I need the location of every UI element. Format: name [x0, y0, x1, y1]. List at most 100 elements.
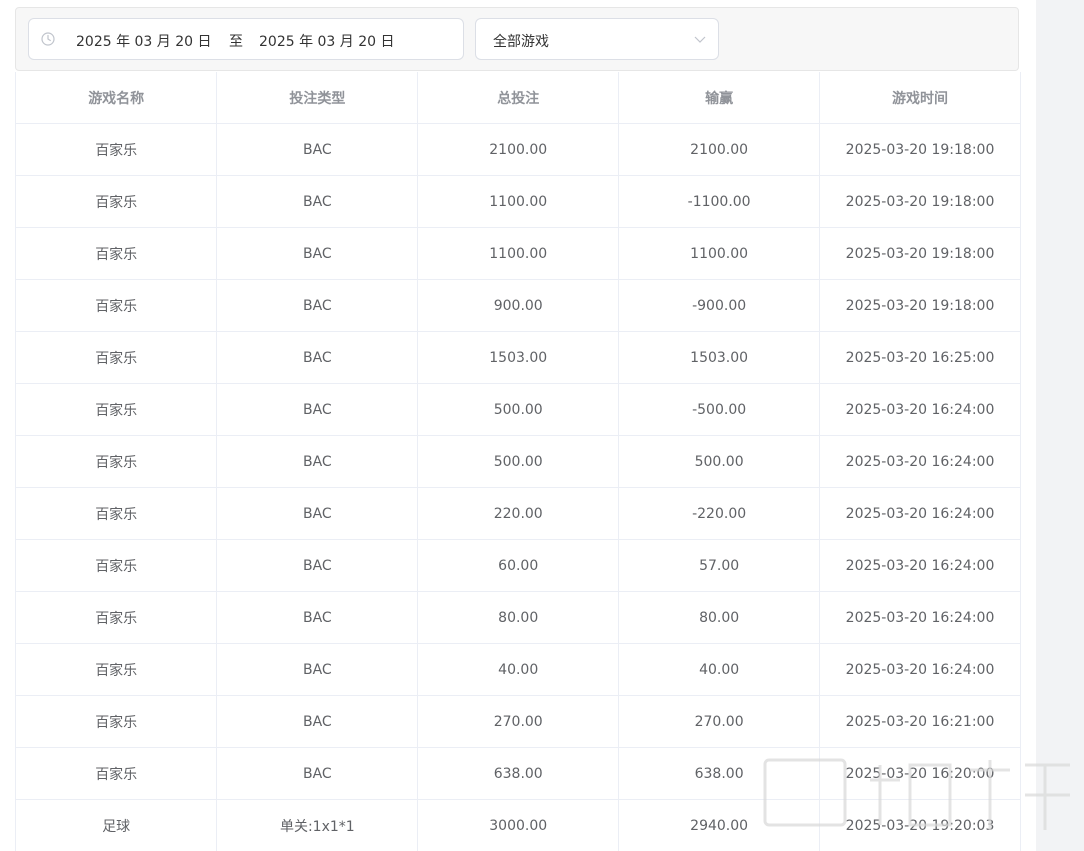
column-header-bet-type: 投注类型 — [216, 72, 419, 124]
cell-game-time: 2025-03-20 16:24:00 — [819, 643, 1021, 696]
column-header-win-loss: 输赢 — [618, 72, 821, 124]
cell-total-bet: 3000.00 — [417, 799, 620, 851]
cell-bet-type: BAC — [216, 643, 419, 696]
cell-game-time: 2025-03-20 19:18:00 — [819, 123, 1021, 176]
chevron-down-icon — [694, 36, 706, 43]
cell-game-time: 2025-03-20 19:18:00 — [819, 175, 1021, 228]
table-row: 百家乐 BAC 1503.00 1503.00 2025-03-20 16:25:00 — [16, 331, 1021, 384]
cell-bet-type: BAC — [216, 591, 419, 644]
date-range-separator: 至 — [229, 34, 243, 50]
cell-game-time: 2025-03-20 16:24:00 — [819, 487, 1021, 540]
table-row: 百家乐 BAC 1100.00 -1100.00 2025-03-20 19:18:00 — [16, 175, 1021, 228]
clock-icon — [41, 32, 55, 46]
cell-total-bet: 1100.00 — [417, 175, 620, 228]
cell-total-bet: 638.00 — [417, 747, 620, 800]
date-range-picker[interactable]: 2025 年 03 月 20 日 至 2025 年 03 月 20 日 — [28, 18, 464, 60]
cell-win-loss: -220.00 — [618, 487, 821, 540]
cell-game-name: 百家乐 — [16, 487, 218, 540]
cell-win-loss: 80.00 — [618, 591, 821, 644]
date-end-input[interactable]: 2025 年 03 月 20 日 — [259, 31, 395, 51]
cell-total-bet: 220.00 — [417, 487, 620, 540]
filter-bar: 2025 年 03 月 20 日 至 2025 年 03 月 20 日 全部游戏 — [15, 7, 1019, 71]
table-row: 百家乐 BAC 60.00 57.00 2025-03-20 16:24:00 — [16, 539, 1021, 592]
cell-win-loss: 1100.00 — [618, 227, 821, 280]
table-row: 百家乐 BAC 80.00 80.00 2025-03-20 16:24:00 — [16, 591, 1021, 644]
cell-total-bet: 2100.00 — [417, 123, 620, 176]
table-row: 百家乐 BAC 220.00 -220.00 2025-03-20 16:24:00 — [16, 487, 1021, 540]
cell-win-loss: 1503.00 — [618, 331, 821, 384]
table-row: 百家乐 BAC 500.00 -500.00 2025-03-20 16:24:00 — [16, 383, 1021, 436]
cell-win-loss: -1100.00 — [618, 175, 821, 228]
cell-game-name: 百家乐 — [16, 279, 218, 332]
date-start-input[interactable]: 2025 年 03 月 20 日 — [76, 31, 212, 51]
cell-game-name: 足球 — [16, 799, 218, 851]
cell-total-bet: 270.00 — [417, 695, 620, 748]
column-header-total-bet: 总投注 — [417, 72, 620, 124]
cell-bet-type: BAC — [216, 383, 419, 436]
cell-bet-type: BAC — [216, 123, 419, 176]
cell-game-time: 2025-03-20 16:24:00 — [819, 539, 1021, 592]
cell-game-time: 2025-03-20 16:21:00 — [819, 695, 1021, 748]
cell-bet-type: BAC — [216, 279, 419, 332]
cell-total-bet: 500.00 — [417, 435, 620, 488]
cell-bet-type: BAC — [216, 747, 419, 800]
cell-game-time: 2025-03-20 16:24:00 — [819, 591, 1021, 644]
cell-game-time: 2025-03-20 19:20:03 — [819, 799, 1021, 851]
game-select[interactable]: 全部游戏 — [475, 18, 719, 60]
game-select-value: 全部游戏 — [493, 34, 549, 50]
cell-win-loss: 2100.00 — [618, 123, 821, 176]
cell-total-bet: 900.00 — [417, 279, 620, 332]
cell-bet-type: BAC — [216, 539, 419, 592]
cell-game-name: 百家乐 — [16, 383, 218, 436]
cell-game-time: 2025-03-20 16:20:00 — [819, 747, 1021, 800]
table-row: 百家乐 BAC 900.00 -900.00 2025-03-20 19:18:00 — [16, 279, 1021, 332]
table-row: 足球 单关:1x1*1 3000.00 2940.00 2025-03-20 19:20… — [16, 799, 1021, 851]
cell-total-bet: 1503.00 — [417, 331, 620, 384]
cell-game-name: 百家乐 — [16, 747, 218, 800]
cell-bet-type: 单关:1x1*1 — [216, 799, 419, 851]
table-row: 百家乐 BAC 40.00 40.00 2025-03-20 16:24:00 — [16, 643, 1021, 696]
cell-game-name: 百家乐 — [16, 591, 218, 644]
cell-game-time: 2025-03-20 16:24:00 — [819, 435, 1021, 488]
cell-total-bet: 40.00 — [417, 643, 620, 696]
cell-total-bet: 1100.00 — [417, 227, 620, 280]
table-row: 百家乐 BAC 270.00 270.00 2025-03-20 16:21:00 — [16, 695, 1021, 748]
cell-game-name: 百家乐 — [16, 695, 218, 748]
cell-bet-type: BAC — [216, 695, 419, 748]
cell-win-loss: 270.00 — [618, 695, 821, 748]
cell-game-name: 百家乐 — [16, 435, 218, 488]
cell-game-time: 2025-03-20 16:24:00 — [819, 383, 1021, 436]
cell-bet-type: BAC — [216, 435, 419, 488]
cell-game-name: 百家乐 — [16, 123, 218, 176]
table-row: 百家乐 BAC 500.00 500.00 2025-03-20 16:24:00 — [16, 435, 1021, 488]
cell-game-name: 百家乐 — [16, 331, 218, 384]
column-header-game-name: 游戏名称 — [16, 72, 218, 124]
cell-win-loss: 500.00 — [618, 435, 821, 488]
table-row: 百家乐 BAC 1100.00 1100.00 2025-03-20 19:18:00 — [16, 227, 1021, 280]
cell-bet-type: BAC — [216, 487, 419, 540]
page-gutter — [1036, 0, 1084, 851]
cell-total-bet: 500.00 — [417, 383, 620, 436]
cell-win-loss: -900.00 — [618, 279, 821, 332]
cell-game-time: 2025-03-20 16:25:00 — [819, 331, 1021, 384]
column-header-game-time: 游戏时间 — [819, 72, 1021, 124]
cell-game-name: 百家乐 — [16, 643, 218, 696]
cell-game-time: 2025-03-20 19:18:00 — [819, 227, 1021, 280]
cell-win-loss: 2940.00 — [618, 799, 821, 851]
cell-game-name: 百家乐 — [16, 227, 218, 280]
cell-win-loss: 638.00 — [618, 747, 821, 800]
table-row: 百家乐 BAC 638.00 638.00 2025-03-20 16:20:00 — [16, 747, 1021, 800]
cell-win-loss: 57.00 — [618, 539, 821, 592]
bet-records-table: 游戏名称 投注类型 总投注 输赢 游戏时间 百家乐 BAC 2100.00 2100.… — [15, 72, 1021, 851]
cell-total-bet: 60.00 — [417, 539, 620, 592]
cell-game-name: 百家乐 — [16, 539, 218, 592]
table-row: 百家乐 BAC 2100.00 2100.00 2025-03-20 19:18:00 — [16, 123, 1021, 176]
cell-win-loss: 40.00 — [618, 643, 821, 696]
cell-game-time: 2025-03-20 19:18:00 — [819, 279, 1021, 332]
cell-bet-type: BAC — [216, 175, 419, 228]
cell-bet-type: BAC — [216, 331, 419, 384]
cell-bet-type: BAC — [216, 227, 419, 280]
cell-game-name: 百家乐 — [16, 175, 218, 228]
table-header-row: 游戏名称 投注类型 总投注 输赢 游戏时间 — [16, 72, 1021, 124]
cell-win-loss: -500.00 — [618, 383, 821, 436]
